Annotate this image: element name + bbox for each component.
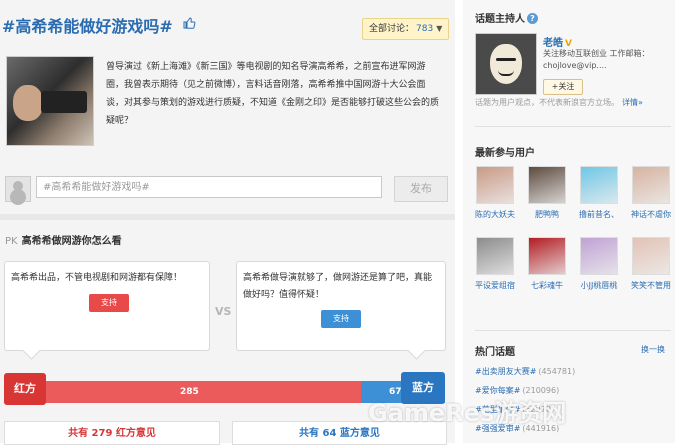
sidebar: 话题主持人? 老皓 V 关注移动互联创业 工作邮箱：chojlove@vip...…	[463, 0, 675, 443]
participant-user[interactable]: 肥鸭鸭	[525, 166, 569, 220]
participant-user[interactable]: 小JJ桃唇桃	[577, 237, 621, 291]
caret-down-icon: ▼	[436, 24, 443, 33]
red-side-flag: 红方	[4, 373, 46, 405]
user-avatar	[5, 176, 31, 202]
red-opinions-link[interactable]: 共有 279 红方意见	[4, 421, 220, 445]
pk-prefix: PK	[5, 236, 18, 247]
participant-user[interactable]: 陈的大妖夫	[473, 166, 517, 220]
participant-user[interactable]: 撸前昔名、	[577, 166, 621, 220]
support-blue-button[interactable]: 支持	[321, 310, 361, 328]
blue-side-box: 高希希做导演就够了，做网游还是算了吧，真能做好吗？值得怀疑！ 支持	[236, 261, 446, 351]
blue-question: 高希希做导演就够了，做网游还是算了吧，真能做好吗？值得怀疑！	[243, 273, 433, 300]
moderator-description: 关注移动互联创业 工作邮箱：chojlove@vip....	[543, 49, 650, 70]
sidebar-divider	[475, 330, 671, 331]
sidebar-divider	[475, 126, 671, 127]
discussion-count-label: 全部讨论：	[369, 24, 415, 34]
hot-topics-heading: 热门话题	[475, 347, 515, 358]
hot-topic-name[interactable]: #出卖朋友大赛#	[475, 367, 536, 376]
thumbs-up-icon[interactable]	[182, 16, 196, 30]
red-question: 高希希出品，不管电视剧和网游都有保障！	[11, 273, 183, 283]
watermark: GameRes游资网	[368, 393, 566, 428]
topic-photo	[6, 56, 94, 146]
participant-name[interactable]: 七彩魂牛	[525, 280, 569, 291]
participant-avatar[interactable]	[528, 166, 566, 204]
watermark-en: GameRes	[368, 399, 495, 427]
participants-heading: 最新参与用户	[475, 148, 535, 159]
post-input[interactable]: #高希希能做好游戏吗#	[36, 176, 382, 198]
participant-avatar[interactable]	[476, 166, 514, 204]
follow-button[interactable]: +关注	[543, 79, 583, 95]
moderator-heading-text: 话题主持人	[475, 14, 525, 25]
participant-name[interactable]: 笑笑不管用	[629, 280, 673, 291]
topic-description: 曾导演过《新上海滩》《新三国》等电视剧的知名导演高希希，之前宣布进军网游圈，我曾…	[106, 62, 440, 126]
participant-name[interactable]: 小JJ桃唇桃	[577, 280, 621, 291]
hot-topic-item[interactable]: #出卖朋友大赛# (454781)	[475, 366, 575, 377]
topic-title[interactable]: #高希希能做好游戏吗#	[2, 13, 173, 37]
discussion-count-badge[interactable]: 全部讨论： 783 ▼	[362, 18, 450, 40]
moderator-avatar[interactable]	[475, 33, 537, 95]
main-panel: #高希希能做好游戏吗# 全部讨论： 783 ▼ 曾导演过《新上海滩》《新三国》等电视…	[0, 0, 455, 445]
post-button[interactable]: 发布	[394, 176, 448, 202]
refresh-link[interactable]: 换一换	[641, 344, 665, 355]
question-icon[interactable]: ?	[527, 13, 538, 24]
participant-name[interactable]: 平设爱组宿	[473, 280, 517, 291]
red-vote-count: 285	[180, 387, 199, 397]
participant-avatar[interactable]	[476, 237, 514, 275]
participant-user[interactable]: 神话不虐你	[629, 166, 673, 220]
vs-label: VS	[215, 305, 232, 318]
pk-title: PK 高希希做网游你怎么看	[5, 232, 122, 247]
participant-user[interactable]: 笑笑不管用	[629, 237, 673, 291]
red-side-box: 高希希出品，不管电视剧和网游都有保障！ 支持	[4, 261, 210, 351]
participant-user[interactable]: 七彩魂牛	[525, 237, 569, 291]
participant-avatar[interactable]	[580, 237, 618, 275]
detail-link[interactable]: 详情»	[622, 98, 643, 107]
participant-avatar[interactable]	[528, 237, 566, 275]
participant-name[interactable]: 肥鸭鸭	[525, 209, 569, 220]
moderator-name[interactable]: 老皓 V	[543, 34, 572, 49]
participant-name[interactable]: 陈的大妖夫	[473, 209, 517, 220]
section-divider	[0, 214, 455, 220]
participant-name[interactable]: 撸前昔名、	[577, 209, 621, 220]
red-vote-bar: 285	[4, 381, 361, 403]
support-red-button[interactable]: 支持	[89, 294, 129, 312]
participant-avatar[interactable]	[632, 237, 670, 275]
pk-title-text: 高希希做网游你怎么看	[21, 236, 122, 247]
discussion-count-value: 783	[416, 24, 434, 34]
moderator-note: 话题为用户观点，不代表新浪官方立场。 详情»	[475, 97, 643, 108]
hot-topic-count: (454781)	[538, 367, 576, 376]
participant-avatar[interactable]	[580, 166, 618, 204]
moderator-note-text: 话题为用户观点，不代表新浪官方立场。	[475, 98, 619, 107]
participant-user[interactable]: 平设爱组宿	[473, 237, 517, 291]
participant-name[interactable]: 神话不虐你	[629, 209, 673, 220]
participant-avatar[interactable]	[632, 166, 670, 204]
moderator-heading: 话题主持人?	[475, 10, 538, 25]
watermark-cn: 游资网	[494, 399, 567, 427]
